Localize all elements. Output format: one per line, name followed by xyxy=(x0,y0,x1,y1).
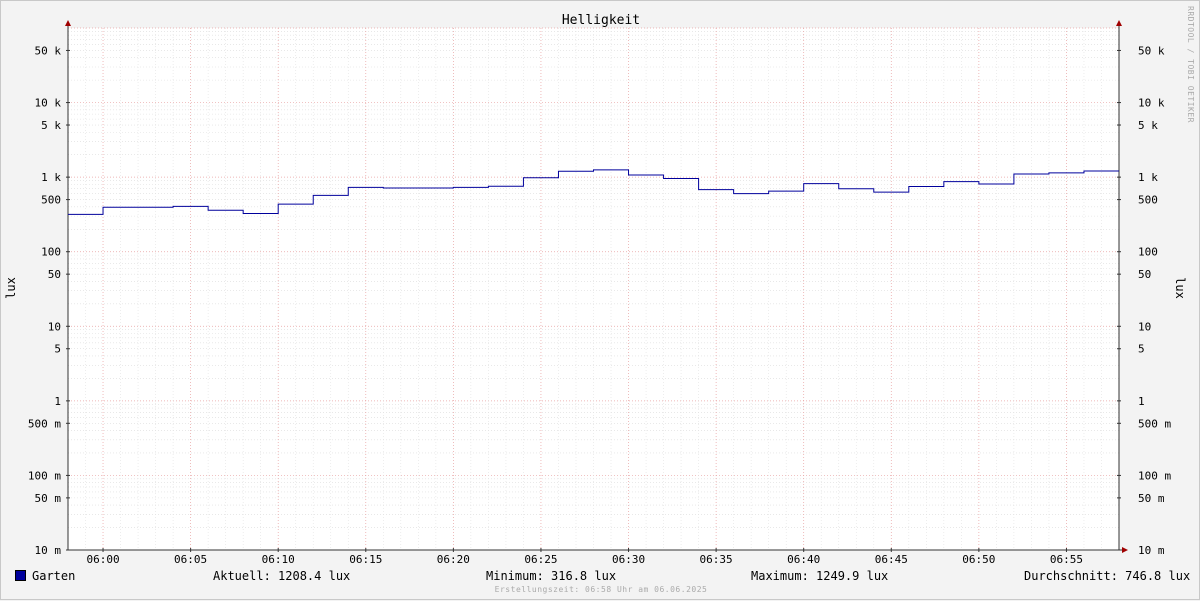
y-tick-label-right: 500 xyxy=(1138,194,1158,207)
chart-svg: 10 m 10 m 50 m 50 m 100 m 100 m 500 m 500 m 1 1 5 5… xyxy=(4,6,1195,566)
y-tick-label-right: 10 m xyxy=(1138,544,1165,557)
y-tick-label-right: 5 k xyxy=(1138,119,1158,132)
x-tick-label: 06:45 xyxy=(875,553,908,566)
footer-timestamp: Erstellungszeit: 06:58 Uhr am 06.06.2025 xyxy=(494,585,708,594)
y-tick-label-left: 50 m xyxy=(35,492,62,505)
y-tick-label-left: 10 m xyxy=(35,544,62,557)
y-tick-label-left: 10 k xyxy=(35,97,62,110)
legend-average: Durchschnitt: 746.8 lux xyxy=(1024,569,1191,583)
y-tick-label-right: 50 xyxy=(1138,268,1151,281)
chart-window: 10 m 10 m 50 m 50 m 100 m 100 m 500 m 500 m 1 1 5 5… xyxy=(0,0,1200,600)
y-tick-label-left: 5 xyxy=(54,343,61,356)
y-tick-label-right: 100 xyxy=(1138,246,1158,259)
y-tick-label-left: 50 k xyxy=(35,44,62,57)
x-tick-label: 06:20 xyxy=(437,553,470,566)
x-tick-label: 06:10 xyxy=(262,553,295,566)
y-axis-arrow-right xyxy=(1116,20,1122,26)
x-axis-arrow xyxy=(1122,547,1128,553)
y-tick-label-right: 10 k xyxy=(1138,97,1165,110)
x-tick-label: 06:40 xyxy=(787,553,820,566)
y-tick-label-left: 10 xyxy=(48,320,61,333)
x-tick-label: 06:35 xyxy=(700,553,733,566)
legend-current: Aktuell: 1208.4 lux xyxy=(213,569,351,583)
legend-maximum: Maximum: 1249.9 lux xyxy=(751,569,889,583)
x-tick-label: 06:25 xyxy=(524,553,557,566)
x-tick-label: 06:05 xyxy=(174,553,207,566)
legend-series: Garten xyxy=(15,569,75,583)
legend-swatch xyxy=(15,570,26,581)
y-tick-label-right: 5 xyxy=(1138,343,1145,356)
y-tick-label-right: 50 k xyxy=(1138,44,1165,57)
grid xyxy=(68,27,1119,551)
y-tick-label-left: 100 m xyxy=(28,469,61,482)
y-tick-label-right: 100 m xyxy=(1138,469,1171,482)
y-axis-label-right: lux xyxy=(1173,277,1187,299)
y-tick-label-left: 5 k xyxy=(41,119,61,132)
watermark: RRDTOOL / TOBI OETIKER xyxy=(1186,6,1195,123)
y-tick-label-right: 1 k xyxy=(1138,171,1158,184)
x-tick-label: 06:00 xyxy=(86,553,119,566)
y-tick-label-left: 500 xyxy=(41,194,61,207)
x-tick-label: 06:30 xyxy=(612,553,645,566)
x-tick-label: 06:15 xyxy=(349,553,382,566)
y-tick-label-left: 50 xyxy=(48,268,61,281)
y-axis-arrow-left xyxy=(65,20,71,26)
y-tick-label-right: 50 m xyxy=(1138,492,1165,505)
chart-title: Helligkeit xyxy=(562,13,640,28)
y-axis-label-left: lux xyxy=(4,277,18,299)
y-tick-label-left: 1 xyxy=(54,395,61,408)
x-tick-label: 06:55 xyxy=(1050,553,1083,566)
y-tick-label-right: 500 m xyxy=(1138,417,1171,430)
y-tick-label-right: 1 xyxy=(1138,395,1145,408)
y-tick-label-left: 100 xyxy=(41,246,61,259)
y-tick-label-left: 500 m xyxy=(28,417,61,430)
legend-series-name: Garten xyxy=(32,569,76,583)
y-tick-label-right: 10 xyxy=(1138,320,1151,333)
y-tick-label-left: 1 k xyxy=(41,171,61,184)
x-tick-label: 06:50 xyxy=(962,553,995,566)
legend-minimum: Minimum: 316.8 lux xyxy=(486,569,617,583)
